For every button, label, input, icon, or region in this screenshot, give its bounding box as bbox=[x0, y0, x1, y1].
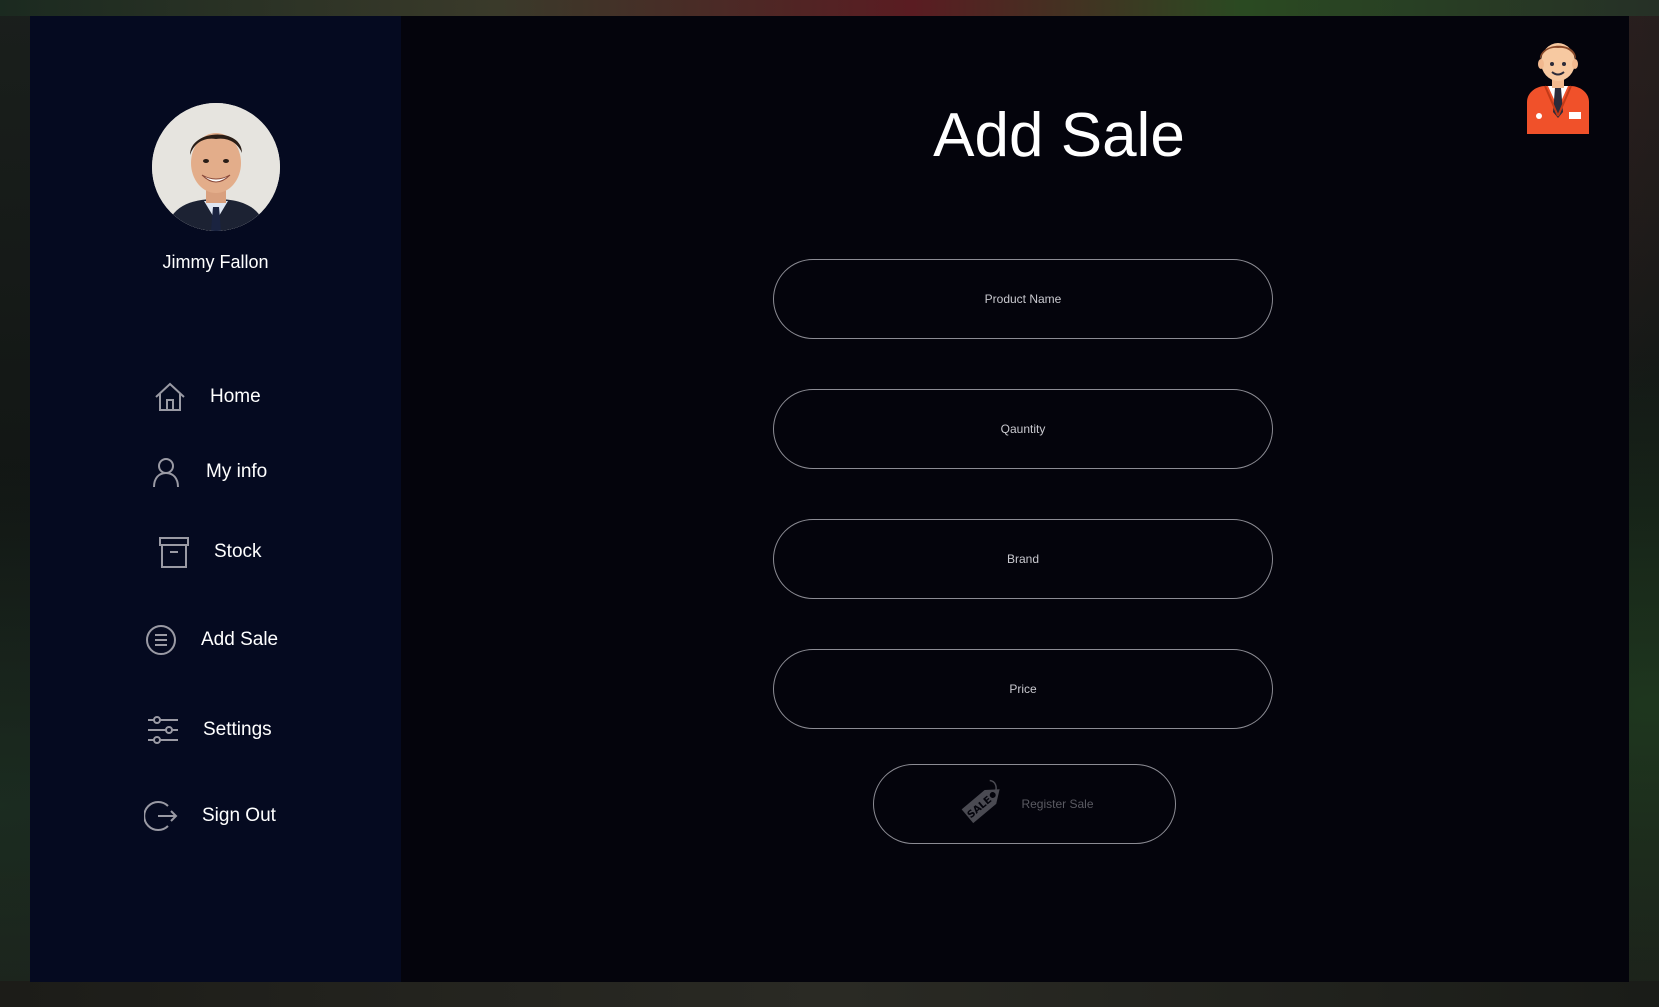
sidebar-item-label: Add Sale bbox=[201, 629, 279, 650]
sidebar-item-label: Stock bbox=[214, 541, 262, 562]
sidebar-item-settings[interactable]: Settings bbox=[145, 712, 272, 748]
home-icon bbox=[152, 379, 188, 415]
sliders-icon bbox=[145, 712, 181, 748]
sidebar-item-stock[interactable]: Stock bbox=[156, 534, 262, 570]
archive-box-icon bbox=[156, 534, 192, 570]
page-title: Add Sale bbox=[401, 100, 1629, 171]
list-circle-icon bbox=[143, 622, 179, 658]
avatar bbox=[152, 103, 280, 231]
sidebar-item-label: My info bbox=[206, 461, 268, 482]
user-icon bbox=[148, 454, 184, 490]
sidebar-item-sign-out[interactable]: Sign Out bbox=[144, 798, 276, 834]
sidebar-item-my-info[interactable]: My info bbox=[148, 454, 267, 490]
register-sale-label: Register Sale bbox=[1021, 797, 1094, 811]
sidebar: Jimmy Fallon Home My info Stock Add Sale… bbox=[30, 16, 401, 982]
sign-out-icon bbox=[144, 798, 180, 834]
profile-photo-icon bbox=[152, 103, 280, 231]
backdrop-bottom bbox=[0, 981, 1659, 1007]
sale-tag-icon: SALE bbox=[955, 777, 1009, 831]
sidebar-item-label: Home bbox=[210, 386, 261, 407]
user-name: Jimmy Fallon bbox=[162, 252, 269, 272]
sidebar-item-home[interactable]: Home bbox=[152, 379, 261, 415]
sidebar-item-label: Sign Out bbox=[202, 805, 276, 826]
register-sale-button[interactable]: SALE Register Sale bbox=[873, 764, 1176, 844]
product-name-field[interactable] bbox=[773, 259, 1273, 339]
sidebar-item-add-sale[interactable]: Add Sale bbox=[143, 622, 278, 658]
price-field[interactable] bbox=[773, 649, 1273, 729]
backdrop-top bbox=[0, 0, 1659, 16]
page-title-text: Add Sale bbox=[933, 101, 1185, 170]
quantity-field[interactable] bbox=[773, 389, 1273, 469]
brand-field[interactable] bbox=[773, 519, 1273, 599]
sidebar-item-label: Settings bbox=[203, 719, 272, 740]
app-window: Jimmy Fallon Home My info Stock Add Sale… bbox=[30, 16, 1629, 982]
